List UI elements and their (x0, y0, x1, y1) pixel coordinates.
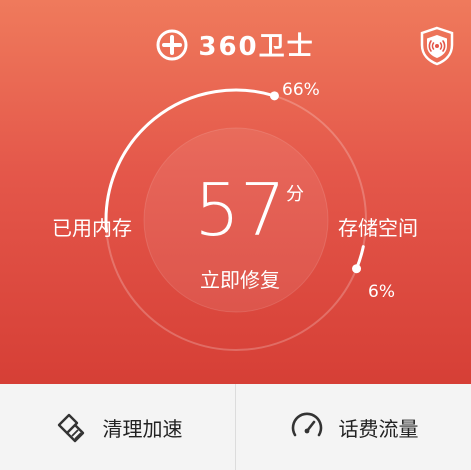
storage-label: 存储空间 (338, 216, 418, 240)
data-usage-button[interactable]: 话费流量 (236, 384, 471, 470)
memory-label: 已用内存 (52, 216, 132, 240)
360-logo-icon (156, 29, 188, 60)
memory-marker (269, 91, 279, 101)
storage-percent: 6% (368, 282, 395, 302)
broom-icon (57, 413, 84, 443)
data-usage-label: 话费流量 (338, 416, 419, 441)
memory-percent: 66% (282, 80, 320, 100)
brand: 360卫士 (0, 26, 471, 63)
score-unit: 分 (286, 184, 304, 205)
shield-signal-icon[interactable] (419, 26, 455, 66)
app-root: 360卫士 66% 已用内存 存储空间 6% 57 分 立即修复 清理加速 话费… (0, 0, 471, 470)
clean-speedup-button[interactable]: 清理加速 (0, 384, 235, 470)
app-name: 360卫士 (198, 32, 315, 62)
fix-now-button[interactable]: 立即修复 (170, 264, 310, 293)
hero-panel: 360卫士 66% 已用内存 存储空间 6% 57 分 立即修复 (0, 0, 471, 384)
bottom-bar: 清理加速 话费流量 (0, 384, 471, 470)
storage-marker (352, 264, 362, 274)
clean-speedup-label: 清理加速 (102, 416, 183, 441)
speedometer-icon (291, 412, 322, 437)
